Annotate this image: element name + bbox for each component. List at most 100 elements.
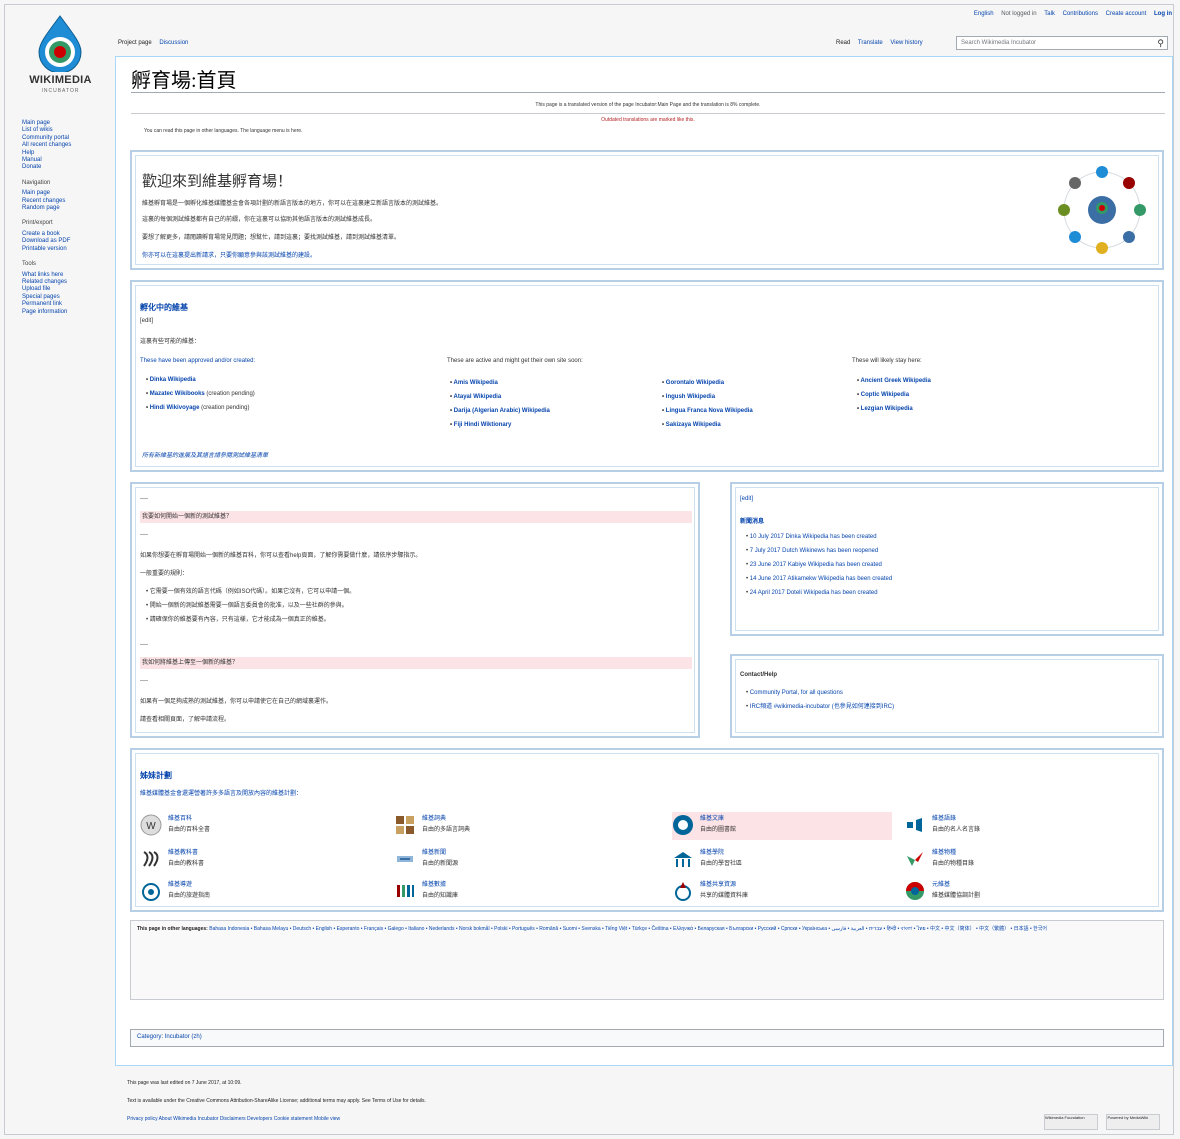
sidebar-item[interactable]: All recent changes (22, 142, 110, 149)
footer-links[interactable]: Privacy policy About Wikimedia Incubator… (127, 1116, 340, 1122)
project-name[interactable]: 維基詞典 (422, 813, 446, 822)
project-item[interactable]: 維基詞典 自由的多語言詞典 (394, 812, 614, 840)
sidebar-item[interactable]: Upload file (22, 286, 110, 293)
wiki-link[interactable]: Mazatec Wikibooks (150, 391, 205, 397)
sidebar-heading: Navigation (22, 179, 51, 186)
site-logo[interactable]: WIKIMEDIA INCUBATOR (18, 14, 103, 99)
project-name[interactable]: 維基新聞 (422, 847, 446, 856)
project-item[interactable]: 維基教科書 自由的教科書 (140, 846, 360, 874)
project-name[interactable]: 維基數據 (422, 879, 446, 888)
sidebar-item[interactable]: Download as PDF (22, 238, 110, 245)
project-item[interactable]: 維基物種 自由的物種目錄 (904, 846, 1124, 874)
sidebar-item[interactable]: Main page (22, 190, 110, 197)
sidebar-item[interactable]: What links here (22, 272, 110, 279)
list-item[interactable]: Lingua Franca Nova Wikipedia (662, 404, 753, 418)
tab-history[interactable]: View history (890, 40, 922, 46)
contact-item[interactable]: Community Portal, for all questions (746, 686, 894, 700)
contributions-link[interactable]: Contributions (1063, 11, 1098, 17)
project-name[interactable]: 維基共享資源 (700, 879, 736, 888)
sidebar-item[interactable]: Donate (22, 164, 110, 171)
project-desc: 自由的教科書 (168, 861, 205, 867)
news-text[interactable]: Dutch Wikinews has been reopened (782, 548, 878, 554)
category-label[interactable]: Category (137, 1034, 161, 1040)
sidebar-item[interactable]: Create a book (22, 231, 110, 238)
project-name[interactable]: 維基學院 (700, 847, 724, 856)
contact-item[interactable]: IRC頻道 #wikimedia-incubator (也參見如何連接到IRC) (746, 700, 894, 714)
list-item[interactable]: Amis Wikipedia (450, 376, 550, 390)
wikiquote-icon (907, 818, 922, 832)
sidebar-item[interactable]: List of wikis (22, 127, 110, 134)
sidebar-item[interactable]: Community portal (22, 135, 110, 142)
project-item[interactable]: 維基語錄 自由的名人名言錄 (904, 812, 1124, 840)
list-item[interactable]: Atayal Wikipedia (450, 390, 550, 404)
talk-link[interactable]: Talk (1044, 11, 1055, 17)
incubating-title: 孵化中的維基 (140, 303, 188, 312)
wiki-link[interactable]: Dinka Wikipedia (150, 377, 196, 383)
languages-links[interactable]: Bahasa Indonesia • Bahasa Melayu • Deuts… (209, 926, 1047, 932)
search-icon[interactable]: ⚲ (1157, 38, 1164, 49)
project-name[interactable]: 維基文庫 (700, 813, 724, 822)
list-item[interactable]: Mazatec Wikibooks (creation pending) (146, 387, 255, 401)
sidebar-item[interactable]: Special pages (22, 294, 110, 301)
list-item[interactable]: Lezgian Wikipedia (857, 402, 931, 416)
list-item[interactable]: Hindi Wikivoyage (creation pending) (146, 401, 255, 415)
sidebar-item[interactable]: Permanent link (22, 301, 110, 308)
incubating-footer-link[interactable]: 所有新維基的進展及其語言請參閱測試維基清單 (142, 450, 268, 459)
wikimedia-foundation-badge[interactable]: Wikimedia Foundation (1044, 1113, 1098, 1130)
sidebar-item[interactable]: Page information (22, 309, 110, 316)
list-item[interactable]: Sakizaya Wikipedia (662, 418, 753, 432)
sidebar-item[interactable]: Related changes (22, 279, 110, 286)
not-logged-in: Not logged in (1001, 11, 1037, 17)
news-item: 23 June 2017 Kabiye Wikipedia has been c… (746, 558, 892, 572)
project-item[interactable]: 維基文庫 自由的圖書館 (672, 812, 892, 840)
project-item[interactable]: 維基共享資源 共享的媒體資料庫 (672, 878, 892, 906)
news-text[interactable]: Dinka Wikipedia has been created (785, 534, 876, 540)
powered-by-mediawiki-badge[interactable]: Powered by MediaWiki (1106, 1113, 1161, 1130)
news-item: 14 June 2017 Atikamekw Wikipedia has bee… (746, 572, 892, 586)
login-link[interactable]: Log in (1154, 11, 1172, 17)
tab-project-page[interactable]: Project page (118, 40, 152, 46)
project-name[interactable]: 維基物種 (932, 847, 956, 856)
list-item[interactable]: Fiji Hindi Wiktionary (450, 418, 550, 432)
project-name[interactable]: 維基導遊 (168, 879, 192, 888)
sidebar-item[interactable]: Printable version (22, 246, 110, 253)
project-item[interactable]: 維基新聞 自由的新聞源 (394, 846, 614, 874)
project-name[interactable]: 維基百科 (168, 813, 192, 822)
sidebar-item[interactable]: Recent changes (22, 198, 110, 205)
list-item[interactable]: Darija (Algerian Arabic) Wikipedia (450, 404, 550, 418)
news-text[interactable]: Kabiye Wikipedia has been created (788, 562, 882, 568)
category-link[interactable]: Incubator (zh) (165, 1034, 202, 1040)
list-item[interactable]: Dinka Wikipedia (146, 373, 255, 387)
create-account-link[interactable]: Create account (1106, 11, 1147, 17)
sidebar-item[interactable]: Random page (22, 205, 110, 212)
welcome-line[interactable]: 你亦可以在這裏提出新請求，只要你願意參與該測試維基的建設。 (142, 250, 316, 259)
project-name[interactable]: 維基教科書 (168, 847, 198, 856)
project-item[interactable]: 維基導遊 自由的旅遊指南 (140, 878, 360, 906)
project-desc: 自由的物種目錄 (932, 861, 975, 867)
sidebar-item[interactable]: Manual (22, 157, 110, 164)
news-date: 14 June 2017 (749, 576, 787, 582)
project-item[interactable]: 維基數據 自由的知識庫 (394, 878, 614, 906)
project-name[interactable]: 元維基 (932, 879, 950, 888)
tab-discussion[interactable]: Discussion (159, 40, 188, 46)
news-text[interactable]: Doteli Wikipedia has been created (786, 590, 877, 596)
tab-translate[interactable]: Translate (858, 40, 883, 46)
wiki-link[interactable]: Hindi Wikivoyage (150, 405, 200, 411)
project-item[interactable]: W 維基百科 自由的百科全書 (140, 812, 360, 840)
list-item[interactable]: Gorontalo Wikipedia (662, 376, 753, 390)
project-item[interactable]: 維基學院 自由的學習社區 (672, 846, 892, 874)
language-link[interactable]: English (974, 11, 994, 17)
sidebar-item[interactable]: Main page (22, 120, 110, 127)
project-name[interactable]: 維基語錄 (932, 813, 956, 822)
edit-link[interactable]: [edit] (740, 496, 753, 502)
tab-read[interactable]: Read (836, 40, 850, 46)
list-item[interactable]: Ancient Greek Wikipedia (857, 374, 931, 388)
sidebar-item[interactable]: Help (22, 150, 110, 157)
contact-list: Community Portal, for all questions IRC頻… (746, 686, 894, 714)
news-text[interactable]: Atikamekw Wikipedia has been created (788, 576, 893, 582)
edit-link[interactable]: [edit] (140, 318, 153, 324)
list-item[interactable]: Ingush Wikipedia (662, 390, 753, 404)
project-item[interactable]: 元維基 維基媒體協調計劃 (904, 878, 1124, 906)
list-item[interactable]: Coptic Wikipedia (857, 388, 931, 402)
search-input[interactable]: Search Wikimedia Incubator ⚲ (956, 36, 1168, 50)
